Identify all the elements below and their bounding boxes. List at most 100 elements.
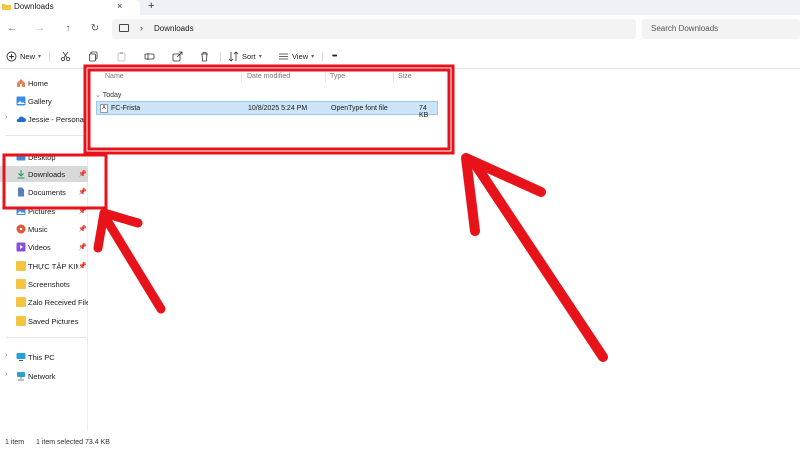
folder-icon — [16, 261, 26, 271]
column-header-date[interactable]: Date modified — [247, 73, 290, 80]
delete-button[interactable] — [199, 49, 210, 63]
sidebar-item-label: Gallery — [28, 97, 52, 106]
sidebar-item-home[interactable]: Home — [0, 75, 88, 91]
sidebar-item-thuc-tap[interactable]: THỰC TẬP KIM I 📌 — [0, 258, 88, 274]
scissors-icon — [60, 51, 71, 61]
view-label: View — [292, 51, 309, 61]
sidebar-item-saved-pictures[interactable]: Saved Pictures — [0, 313, 88, 329]
cloud-icon — [16, 114, 26, 124]
sidebar-item-music[interactable]: Music 📌 — [0, 221, 88, 237]
folder-icon — [16, 316, 26, 326]
title-tab-bar: Downloads × + — [0, 0, 800, 15]
breadcrumb-downloads[interactable]: Downloads — [154, 24, 194, 33]
sidebar-item-videos[interactable]: Videos 📌 — [0, 239, 88, 255]
file-list-pane: Name Date modified Type Size ⌄ Today A F… — [89, 69, 800, 431]
rename-button[interactable] — [144, 49, 155, 63]
network-icon — [16, 371, 26, 381]
pin-icon: 📌 — [78, 226, 87, 233]
pictures-icon — [16, 206, 26, 216]
divider — [220, 52, 221, 62]
sidebar-item-label: Network — [28, 372, 56, 381]
gallery-icon — [16, 96, 26, 106]
column-header-size[interactable]: Size — [398, 73, 412, 80]
videos-icon — [16, 242, 26, 252]
music-icon — [16, 224, 26, 234]
back-button[interactable]: ← — [5, 22, 19, 36]
column-header-name[interactable]: Name — [105, 73, 124, 80]
group-label: Today — [102, 92, 122, 99]
divider — [6, 337, 86, 338]
search-input[interactable]: Search Downloads — [642, 19, 800, 39]
chevron-down-icon: ▾ — [38, 53, 42, 60]
font-file-icon: A — [100, 104, 108, 113]
home-icon — [16, 78, 26, 88]
sort-icon — [228, 50, 239, 62]
new-label: New — [20, 51, 36, 61]
refresh-button[interactable]: ↻ — [88, 22, 102, 36]
sidebar-item-network[interactable]: › Network — [0, 368, 88, 384]
more-options-button[interactable]: ••• — [332, 49, 337, 63]
address-row: ← → ↑ ↻ › Downloads Search Downloads — [0, 15, 800, 43]
sidebar-item-documents[interactable]: Documents 📌 — [0, 184, 88, 200]
share-button[interactable] — [172, 49, 183, 63]
monitor-icon — [119, 24, 129, 32]
sort-button[interactable]: Sort ▾ — [228, 49, 262, 63]
pin-icon: 📌 — [78, 189, 87, 196]
up-button[interactable]: ↑ — [61, 22, 75, 36]
paste-button[interactable] — [116, 49, 127, 63]
pin-icon: 📌 — [78, 208, 87, 215]
tab-title: Downloads — [14, 2, 54, 11]
group-header-today[interactable]: ⌄ Today — [95, 91, 121, 99]
tab-close-icon[interactable]: × — [117, 1, 122, 11]
breadcrumb-chevron-icon: › — [140, 23, 143, 33]
sidebar-item-onedrive[interactable]: › Jessie - Personal — [0, 111, 88, 127]
selection-info: 1 item selected 73.4 KB — [36, 439, 110, 446]
item-count: 1 item — [5, 439, 25, 446]
chevron-down-icon: ⌄ — [95, 92, 103, 99]
sidebar-item-downloads[interactable]: Downloads 📌 — [0, 166, 88, 182]
download-icon — [16, 169, 26, 179]
tab-downloads[interactable]: Downloads × — [0, 0, 140, 15]
column-header-type[interactable]: Type — [330, 73, 345, 80]
file-date: 10/8/2025 5:24 PM — [248, 105, 308, 112]
divider — [393, 72, 394, 82]
chevron-down-icon: ▾ — [258, 53, 262, 60]
folder-icon — [2, 2, 11, 11]
chevron-right-icon[interactable]: › — [5, 114, 7, 121]
sidebar-item-label: Jessie - Personal — [28, 115, 86, 124]
view-button[interactable]: View ▾ — [278, 49, 314, 63]
new-tab-button[interactable]: + — [148, 0, 154, 12]
sidebar-item-desktop[interactable]: Desktop — [0, 149, 88, 165]
copy-icon — [89, 51, 98, 61]
sidebar-item-pictures[interactable]: Pictures 📌 — [0, 203, 88, 219]
sidebar-item-label: Saved Pictures — [28, 317, 79, 326]
status-bar: 1 item 1 item selected 73.4 KB — [0, 431, 800, 450]
pin-icon: 📌 — [78, 263, 87, 270]
cut-button[interactable] — [60, 49, 71, 63]
divider — [322, 52, 323, 62]
forward-button[interactable]: → — [33, 22, 47, 36]
chevron-down-icon: ▾ — [311, 53, 315, 60]
divider — [49, 52, 50, 62]
sidebar-item-this-pc[interactable]: › This PC — [0, 349, 88, 365]
sidebar-item-label: Zalo Received Files — [28, 298, 88, 307]
new-button[interactable]: New ▾ — [6, 49, 41, 63]
file-name: FC-Frista — [111, 105, 141, 112]
table-row[interactable]: A FC-Frista 10/8/2025 5:24 PM OpenType f… — [96, 101, 438, 119]
sidebar-item-label: Desktop — [28, 153, 56, 162]
file-size: 74 KB — [419, 105, 429, 119]
pin-icon: 📌 — [78, 171, 87, 178]
sidebar-item-label: Screenshots — [28, 280, 70, 289]
address-bar[interactable]: › Downloads — [112, 19, 636, 39]
sidebar-item-zalo-received-files[interactable]: Zalo Received Files — [0, 294, 88, 310]
command-bar: New ▾ Sort ▾ View ▾ ••• — [0, 43, 800, 69]
copy-button[interactable] — [88, 49, 99, 63]
view-icon — [279, 53, 288, 59]
documents-icon — [16, 187, 26, 197]
sidebar-item-screenshots[interactable]: Screenshots — [0, 276, 88, 292]
sidebar-item-gallery[interactable]: Gallery — [0, 93, 88, 109]
chevron-right-icon[interactable]: › — [5, 352, 7, 359]
clipboard-icon — [117, 51, 126, 61]
chevron-right-icon[interactable]: › — [5, 371, 7, 378]
desktop-icon — [16, 152, 26, 162]
